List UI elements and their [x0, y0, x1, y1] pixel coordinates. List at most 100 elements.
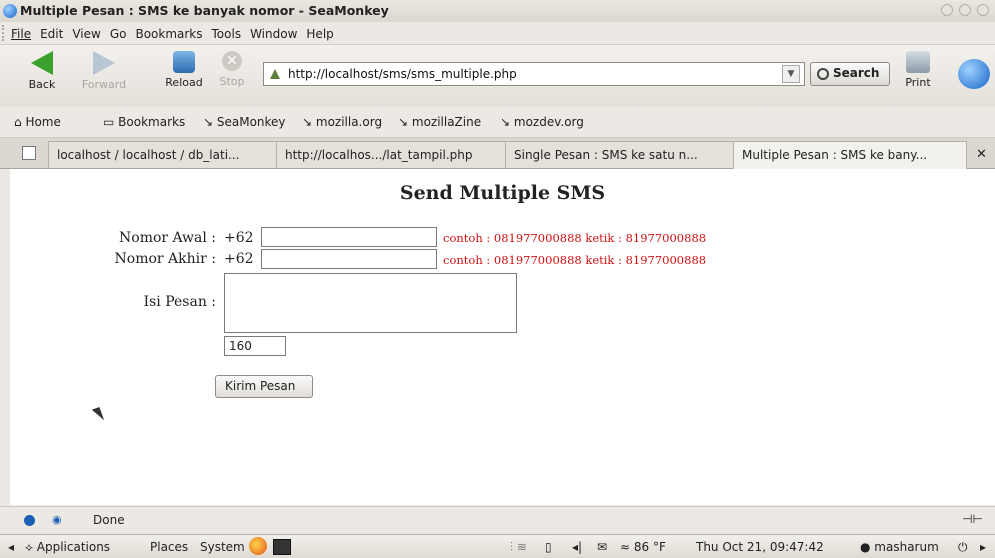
page-content: Send Multiple SMS Nomor Awal : +62 conto… — [10, 169, 995, 505]
stop-icon: ✕ — [222, 51, 242, 71]
panel-left-arrow-icon[interactable]: ◂ — [8, 540, 14, 554]
browser-window: Multiple Pesan : SMS ke banyak nomor - S… — [0, 0, 995, 558]
panel-right-arrow-icon[interactable]: ▸ — [980, 540, 986, 554]
menu-bookmarks[interactable]: Bookmarks — [135, 27, 202, 41]
bookmark-mozilla-org[interactable]: ↘ mozilla.org — [302, 115, 382, 129]
isi-pesan-label: Isi Pesan : — [143, 294, 216, 310]
bookmarks-menu[interactable]: ▭ Bookmarks — [103, 115, 185, 129]
forward-button[interactable]: Forward — [80, 51, 128, 91]
back-button[interactable]: Back — [18, 51, 66, 91]
site-icon — [270, 69, 280, 79]
nomor-akhir-hint: contoh : 081977000888 ketik : 8197700088… — [443, 253, 707, 267]
nomor-awal-input[interactable] — [261, 227, 437, 247]
shutdown-icon[interactable]: ⏻ — [958, 540, 968, 555]
menu-bar: File Edit View Go Bookmarks Tools Window Help — [0, 22, 995, 44]
url-text: http://localhost/sms/sms_multiple.php — [288, 67, 517, 81]
counter-value: 160 — [229, 339, 252, 353]
forward-arrow-icon — [93, 51, 115, 75]
bookmark-mozdev-label: mozdev.org — [513, 115, 584, 129]
places-menu[interactable]: Places — [150, 540, 188, 554]
tab-label: localhost / localhost / db_lati... — [57, 148, 240, 162]
search-label: Search — [833, 66, 880, 80]
wifi-icon[interactable]: ⫶ ≋ — [510, 540, 527, 555]
window-title: Multiple Pesan : SMS ke banyak nomor - S… — [20, 3, 389, 18]
isi-pesan-textarea[interactable] — [224, 273, 517, 333]
print-button[interactable]: Print — [898, 51, 938, 89]
bookmark-mozillazine[interactable]: ↘ mozillaZine — [398, 115, 481, 129]
system-menu[interactable]: System — [200, 540, 245, 554]
tab-lat-tampil[interactable]: http://localhos.../lat_tampil.php — [276, 141, 507, 168]
forward-label: Forward — [81, 78, 127, 91]
tab-phpmyadmin[interactable]: localhost / localhost / db_lati... — [48, 141, 278, 168]
search-icon — [817, 68, 829, 80]
new-tab-icon[interactable] — [22, 146, 36, 160]
reload-button[interactable]: Reload — [160, 51, 208, 89]
bookmarks-toolbar: ⌂ Home ▭ Bookmarks ↘ SeaMonkey ↘ mozilla… — [0, 107, 995, 138]
clock[interactable]: Thu Oct 21, 09:47:42 — [696, 540, 824, 554]
seamonkey-icon — [3, 4, 17, 18]
mail-icon[interactable]: ✉ — [597, 540, 607, 554]
tab-label: Multiple Pesan : SMS ke bany... — [742, 148, 928, 162]
menu-window[interactable]: Window — [250, 27, 297, 41]
close-tab-icon[interactable]: ✕ — [976, 147, 987, 162]
nomor-awal-prefix: +62 — [224, 230, 254, 246]
window-controls — [941, 4, 989, 16]
kirim-pesan-button[interactable]: Kirim Pesan — [215, 375, 313, 398]
seamonkey-logo-icon — [958, 59, 990, 89]
weather-temp: 86 °F — [633, 540, 666, 554]
menu-go[interactable]: Go — [110, 27, 127, 41]
menu-tools[interactable]: Tools — [212, 27, 242, 41]
title-bar: Multiple Pesan : SMS ke banyak nomor - S… — [0, 0, 995, 23]
applications-label: Applications — [36, 540, 111, 554]
user-menu[interactable]: ● masharum — [860, 540, 939, 554]
applications-menu[interactable]: ⟡ Applications — [25, 540, 110, 555]
tab-multiple-pesan[interactable]: Multiple Pesan : SMS ke bany... — [733, 141, 967, 169]
nomor-akhir-label: Nomor Akhir : — [114, 251, 216, 267]
offline-toggle-icon[interactable]: ⊣⊢ — [962, 512, 983, 526]
stop-button[interactable]: ✕ Stop — [208, 51, 256, 88]
browser-launcher-icon[interactable] — [249, 537, 267, 555]
nomor-akhir-prefix: +62 — [224, 251, 254, 267]
back-arrow-icon — [31, 51, 53, 75]
menu-view[interactable]: View — [72, 27, 100, 41]
toolbar-grip[interactable] — [2, 25, 9, 41]
bookmark-seamonkey-label: SeaMonkey — [216, 115, 286, 129]
maximize-button[interactable] — [959, 4, 971, 16]
component-bar-icon[interactable] — [24, 515, 35, 526]
bookmark-mozdev[interactable]: ↘ mozdev.org — [500, 115, 584, 129]
reload-icon — [173, 51, 195, 73]
minimize-button[interactable] — [941, 4, 953, 16]
search-button[interactable]: Search — [810, 62, 890, 86]
stop-label: Stop — [219, 75, 245, 88]
print-label: Print — [905, 76, 931, 89]
user-name: masharum — [874, 540, 939, 554]
tab-label: Single Pesan : SMS ke satu n... — [514, 148, 698, 162]
nomor-awal-label: Nomor Awal : — [119, 230, 216, 246]
nomor-awal-hint: contoh : 081977000888 ketik : 8197700088… — [443, 231, 707, 245]
battery-icon[interactable]: ▯ — [545, 540, 552, 554]
bookmark-seamonkey[interactable]: ↘ SeaMonkey — [203, 115, 286, 129]
character-counter: 160 — [224, 336, 286, 356]
menu-file[interactable]: File — [11, 27, 31, 41]
weather-widget[interactable]: ≈ 86 °F — [620, 540, 666, 554]
bookmarks-label: Bookmarks — [118, 115, 186, 129]
close-window-button[interactable] — [977, 4, 989, 16]
terminal-launcher-icon[interactable] — [273, 539, 291, 555]
volume-icon[interactable]: ◂| — [572, 540, 582, 554]
nomor-akhir-input[interactable] — [261, 249, 437, 269]
url-bar[interactable]: http://localhost/sms/sms_multiple.php ▼ — [263, 62, 805, 86]
bookmark-mozillazine-label: mozillaZine — [411, 115, 482, 129]
tab-single-pesan[interactable]: Single Pesan : SMS ke satu n... — [505, 141, 735, 168]
navigation-toolbar: Back Forward Reload ✕ Stop http://localh… — [0, 44, 995, 108]
back-label: Back — [28, 78, 56, 91]
online-status-icon[interactable]: ◉ — [52, 513, 62, 526]
menu-edit[interactable]: Edit — [40, 27, 63, 41]
desktop-panel: ◂ ⟡ Applications Places System ⫶ ≋ ▯ ◂| … — [0, 534, 995, 558]
menu-help[interactable]: Help — [306, 27, 333, 41]
home-bookmark[interactable]: ⌂ Home — [14, 115, 61, 129]
url-dropdown-button[interactable]: ▼ — [782, 65, 800, 83]
kirim-pesan-label: Kirim Pesan — [225, 379, 296, 393]
printer-icon — [906, 51, 930, 73]
status-bar: ◉ Done ⊣⊢ — [0, 506, 995, 534]
tab-bar: localhost / localhost / db_lati... http:… — [0, 138, 995, 169]
